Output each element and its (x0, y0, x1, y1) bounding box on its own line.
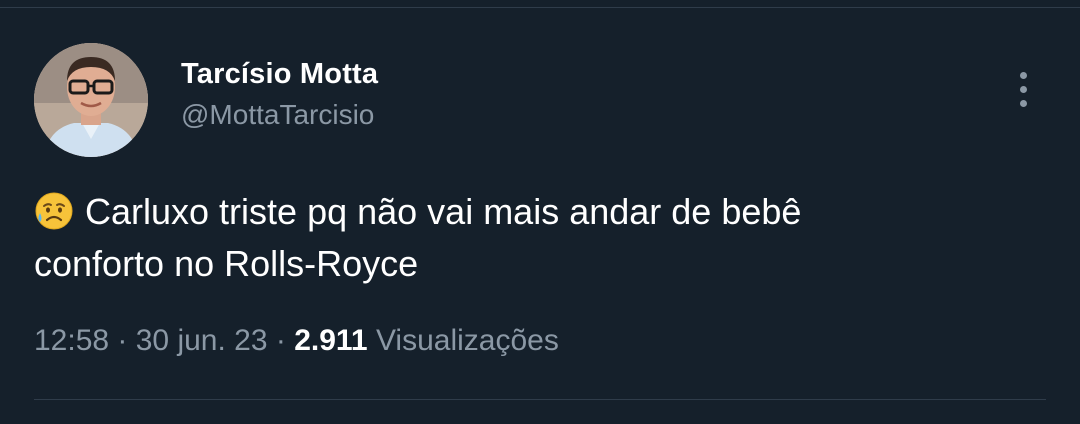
meta-separator-2: · (267, 324, 295, 357)
tweet-text-line-1: Carluxo triste pq não vai mais andar de … (34, 186, 1014, 238)
tweet-text-line-2: conforto no Rolls-Royce (34, 243, 419, 284)
meta-separator: · (109, 324, 136, 357)
tweet-time[interactable]: 12:58 (34, 324, 109, 357)
views-label[interactable]: Visualizações (376, 324, 559, 357)
tweet-text-line-1-text: Carluxo triste pq não vai mais andar de … (85, 191, 802, 232)
bottom-divider (34, 399, 1046, 400)
more-vertical-icon (1019, 71, 1027, 79)
author-display-name[interactable]: Tarcísio Motta (181, 58, 378, 91)
tweet-text: Carluxo triste pq não vai mais andar de … (34, 186, 1014, 290)
tweet-date[interactable]: 30 jun. 23 (136, 324, 268, 357)
avatar[interactable] (34, 43, 148, 157)
tweet-meta: 12:58 · 30 jun. 23 · 2.911 Visualizações (34, 324, 559, 358)
more-options-button[interactable] (1006, 66, 1040, 112)
profile-photo-icon (34, 43, 148, 157)
more-vertical-icon-dot (1019, 99, 1027, 107)
views-spacer (368, 324, 376, 357)
views-count[interactable]: 2.911 (294, 324, 367, 357)
more-vertical-icon-dot (1019, 85, 1027, 93)
author-handle[interactable]: @MottaTarcisio (181, 99, 374, 131)
sad-relieved-face-emoji-icon (35, 192, 73, 230)
tweet: Tarcísio Motta @MottaTarcisio Carluxo tr… (0, 0, 1080, 424)
